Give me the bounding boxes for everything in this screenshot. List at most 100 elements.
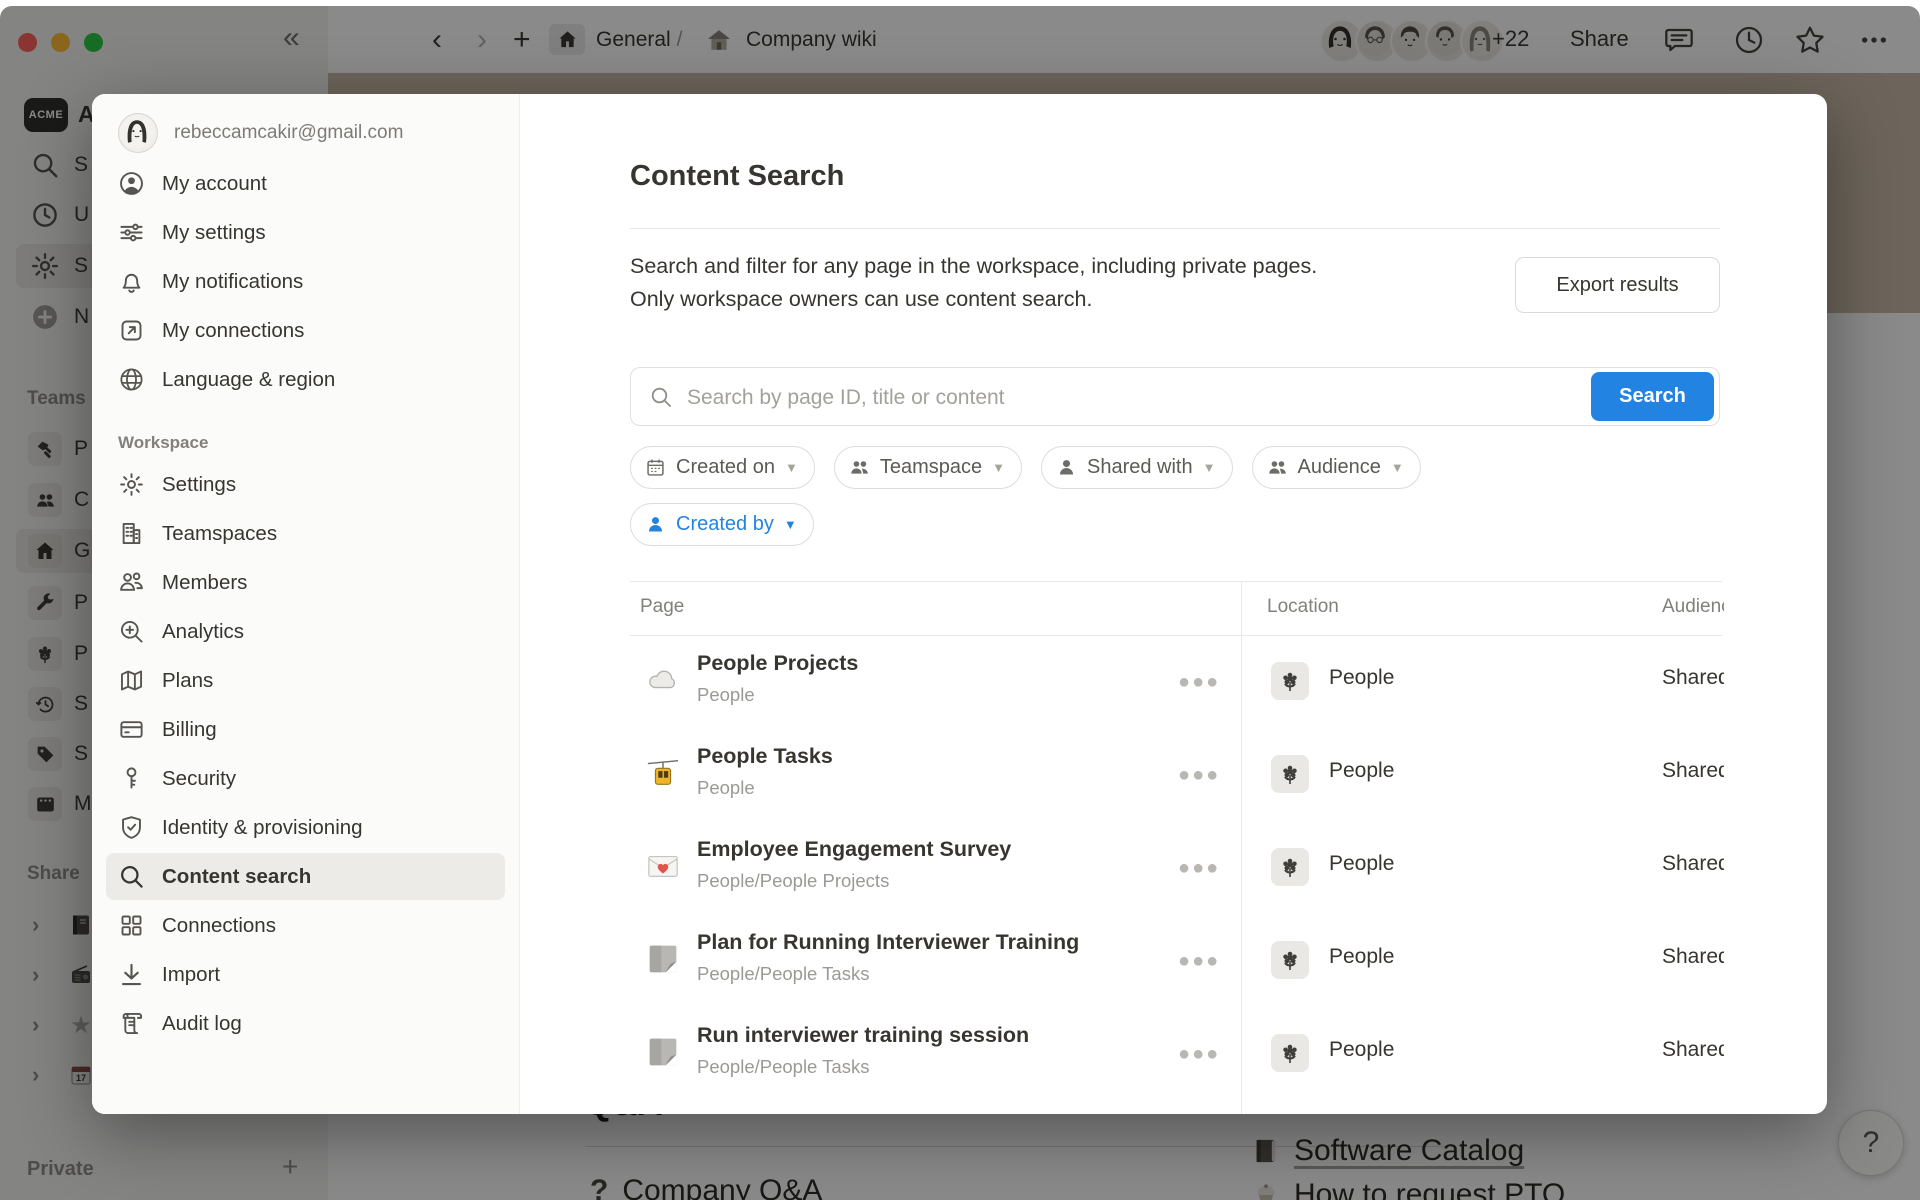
row-menu-icon[interactable]: ●●●	[1178, 857, 1220, 880]
nav-audit-log[interactable]: Audit log	[106, 1000, 505, 1047]
nav-plans[interactable]: Plans	[106, 657, 505, 704]
members-icon	[118, 569, 145, 596]
nav-connections[interactable]: Connections	[106, 902, 505, 949]
chevron-down-icon: ▼	[784, 517, 797, 532]
chevron-down-icon: ▼	[785, 460, 798, 475]
nav-members[interactable]: Members	[106, 559, 505, 606]
filter-chips: Created on ▼ Teamspace ▼ Shared with ▼ A…	[630, 446, 1421, 489]
table-row[interactable]: Employee Engagement Survey People/People…	[630, 821, 1827, 914]
nav-teamspaces[interactable]: Teamspaces	[106, 510, 505, 557]
user-avatar	[118, 113, 158, 153]
account-row: rebeccamcakir@gmail.com	[106, 108, 505, 158]
grid-icon	[118, 912, 145, 939]
chevron-down-icon: ▼	[992, 460, 1005, 475]
map-icon	[118, 667, 145, 694]
nav-my-notifications[interactable]: My notifications	[106, 258, 505, 305]
export-results-button[interactable]: Export results	[1515, 257, 1720, 313]
calendar-icon	[645, 457, 666, 478]
results-table: Page Location Audience People Projects P…	[630, 581, 1722, 1114]
filter-teamspace[interactable]: Teamspace ▼	[834, 446, 1022, 489]
chevron-down-icon: ▼	[1203, 460, 1216, 475]
scroll-icon	[118, 1010, 145, 1037]
teamspace-flower-icon	[1271, 662, 1309, 700]
arrow-up-right-box-icon	[118, 317, 145, 344]
content-search-bar: Search	[630, 367, 1720, 426]
title-divider	[630, 228, 1720, 229]
settings-nav: rebeccamcakir@gmail.com My account My se…	[92, 94, 520, 1114]
nav-settings[interactable]: Settings	[106, 461, 505, 508]
teamspace-flower-icon	[1271, 1034, 1309, 1072]
nav-billing[interactable]: Billing	[106, 706, 505, 753]
column-header-audience: Audience	[1662, 596, 1724, 618]
shield-check-icon	[118, 814, 145, 841]
settings-modal: rebeccamcakir@gmail.com My account My se…	[92, 94, 1827, 1114]
audience-value: Shared	[1662, 852, 1724, 876]
table-row[interactable]: People Projects People ●●● People Shared	[630, 635, 1827, 728]
teamspace-flower-icon	[1271, 848, 1309, 886]
download-arrow-icon	[118, 961, 145, 988]
nav-my-connections[interactable]: My connections	[106, 307, 505, 354]
filter-created-by[interactable]: Created by ▼	[630, 503, 814, 546]
cloud-icon	[644, 661, 682, 699]
content-search-panel: Content Search Search and filter for any…	[520, 94, 1827, 1114]
search-input[interactable]	[685, 369, 1569, 426]
nav-content-search[interactable]: Content search	[106, 853, 505, 900]
nav-identity-provisioning[interactable]: Identity & provisioning	[106, 804, 505, 851]
table-row[interactable]: People Tasks People ●●● People Shared	[630, 728, 1827, 821]
nav-my-account[interactable]: My account	[106, 160, 505, 207]
globe-icon	[118, 366, 145, 393]
key-icon	[118, 765, 145, 792]
chevron-down-icon: ▼	[1391, 460, 1404, 475]
credit-card-icon	[118, 716, 145, 743]
building-icon	[118, 520, 145, 547]
audience-value: Shared	[1662, 759, 1724, 783]
sliders-icon	[118, 219, 145, 246]
row-menu-icon[interactable]: ●●●	[1178, 764, 1220, 787]
nav-analytics[interactable]: Analytics	[106, 608, 505, 655]
filter-created-on[interactable]: Created on ▼	[630, 446, 815, 489]
filter-shared-with[interactable]: Shared with ▼	[1041, 446, 1233, 489]
love-letter-icon	[644, 847, 682, 885]
user-circle-icon	[118, 170, 145, 197]
magnifier-sparkle-icon	[118, 618, 145, 645]
table-row[interactable]: Plan for Running Interviewer Training Pe…	[630, 914, 1827, 1007]
account-email: rebeccamcakir@gmail.com	[174, 122, 403, 144]
audience-value: Shared	[1662, 1038, 1724, 1062]
gear-icon	[118, 471, 145, 498]
filter-audience[interactable]: Audience ▼	[1252, 446, 1421, 489]
page-description: Search and filter for any page in the wo…	[630, 250, 1510, 316]
people-icon	[1267, 457, 1288, 478]
page-icon	[644, 1033, 682, 1071]
location-value[interactable]: People	[1329, 759, 1394, 783]
location-value[interactable]: People	[1329, 852, 1394, 876]
search-button[interactable]: Search	[1591, 372, 1714, 421]
page-icon	[644, 940, 682, 978]
teamspace-flower-icon	[1271, 941, 1309, 979]
aerial-tramway-icon	[644, 754, 682, 792]
workspace-section-header: Workspace	[118, 433, 493, 453]
location-value[interactable]: People	[1329, 666, 1394, 690]
row-menu-icon[interactable]: ●●●	[1178, 671, 1220, 694]
search-icon	[118, 863, 145, 890]
row-menu-icon[interactable]: ●●●	[1178, 950, 1220, 973]
column-header-page: Page	[640, 596, 684, 618]
teamspace-flower-icon	[1271, 755, 1309, 793]
nav-import[interactable]: Import	[106, 951, 505, 998]
row-menu-icon[interactable]: ●●●	[1178, 1043, 1220, 1066]
audience-value: Shared	[1662, 945, 1724, 969]
location-value[interactable]: People	[1329, 1038, 1394, 1062]
nav-my-settings[interactable]: My settings	[106, 209, 505, 256]
table-row[interactable]: Run interviewer training session People/…	[630, 1007, 1827, 1100]
person-icon	[1056, 457, 1077, 478]
table-rows: People Projects People ●●● People Shared…	[630, 635, 1827, 1100]
table-top-border	[630, 581, 1722, 582]
search-icon	[649, 385, 673, 409]
nav-language-region[interactable]: Language & region	[106, 356, 505, 403]
person-icon	[645, 514, 666, 535]
app-window: « ‹ › + General / Company wiki +22 Share	[0, 6, 1920, 1200]
nav-security[interactable]: Security	[106, 755, 505, 802]
audience-value: Shared	[1662, 666, 1724, 690]
page-title: Content Search	[630, 160, 844, 193]
bell-icon	[118, 268, 145, 295]
location-value[interactable]: People	[1329, 945, 1394, 969]
